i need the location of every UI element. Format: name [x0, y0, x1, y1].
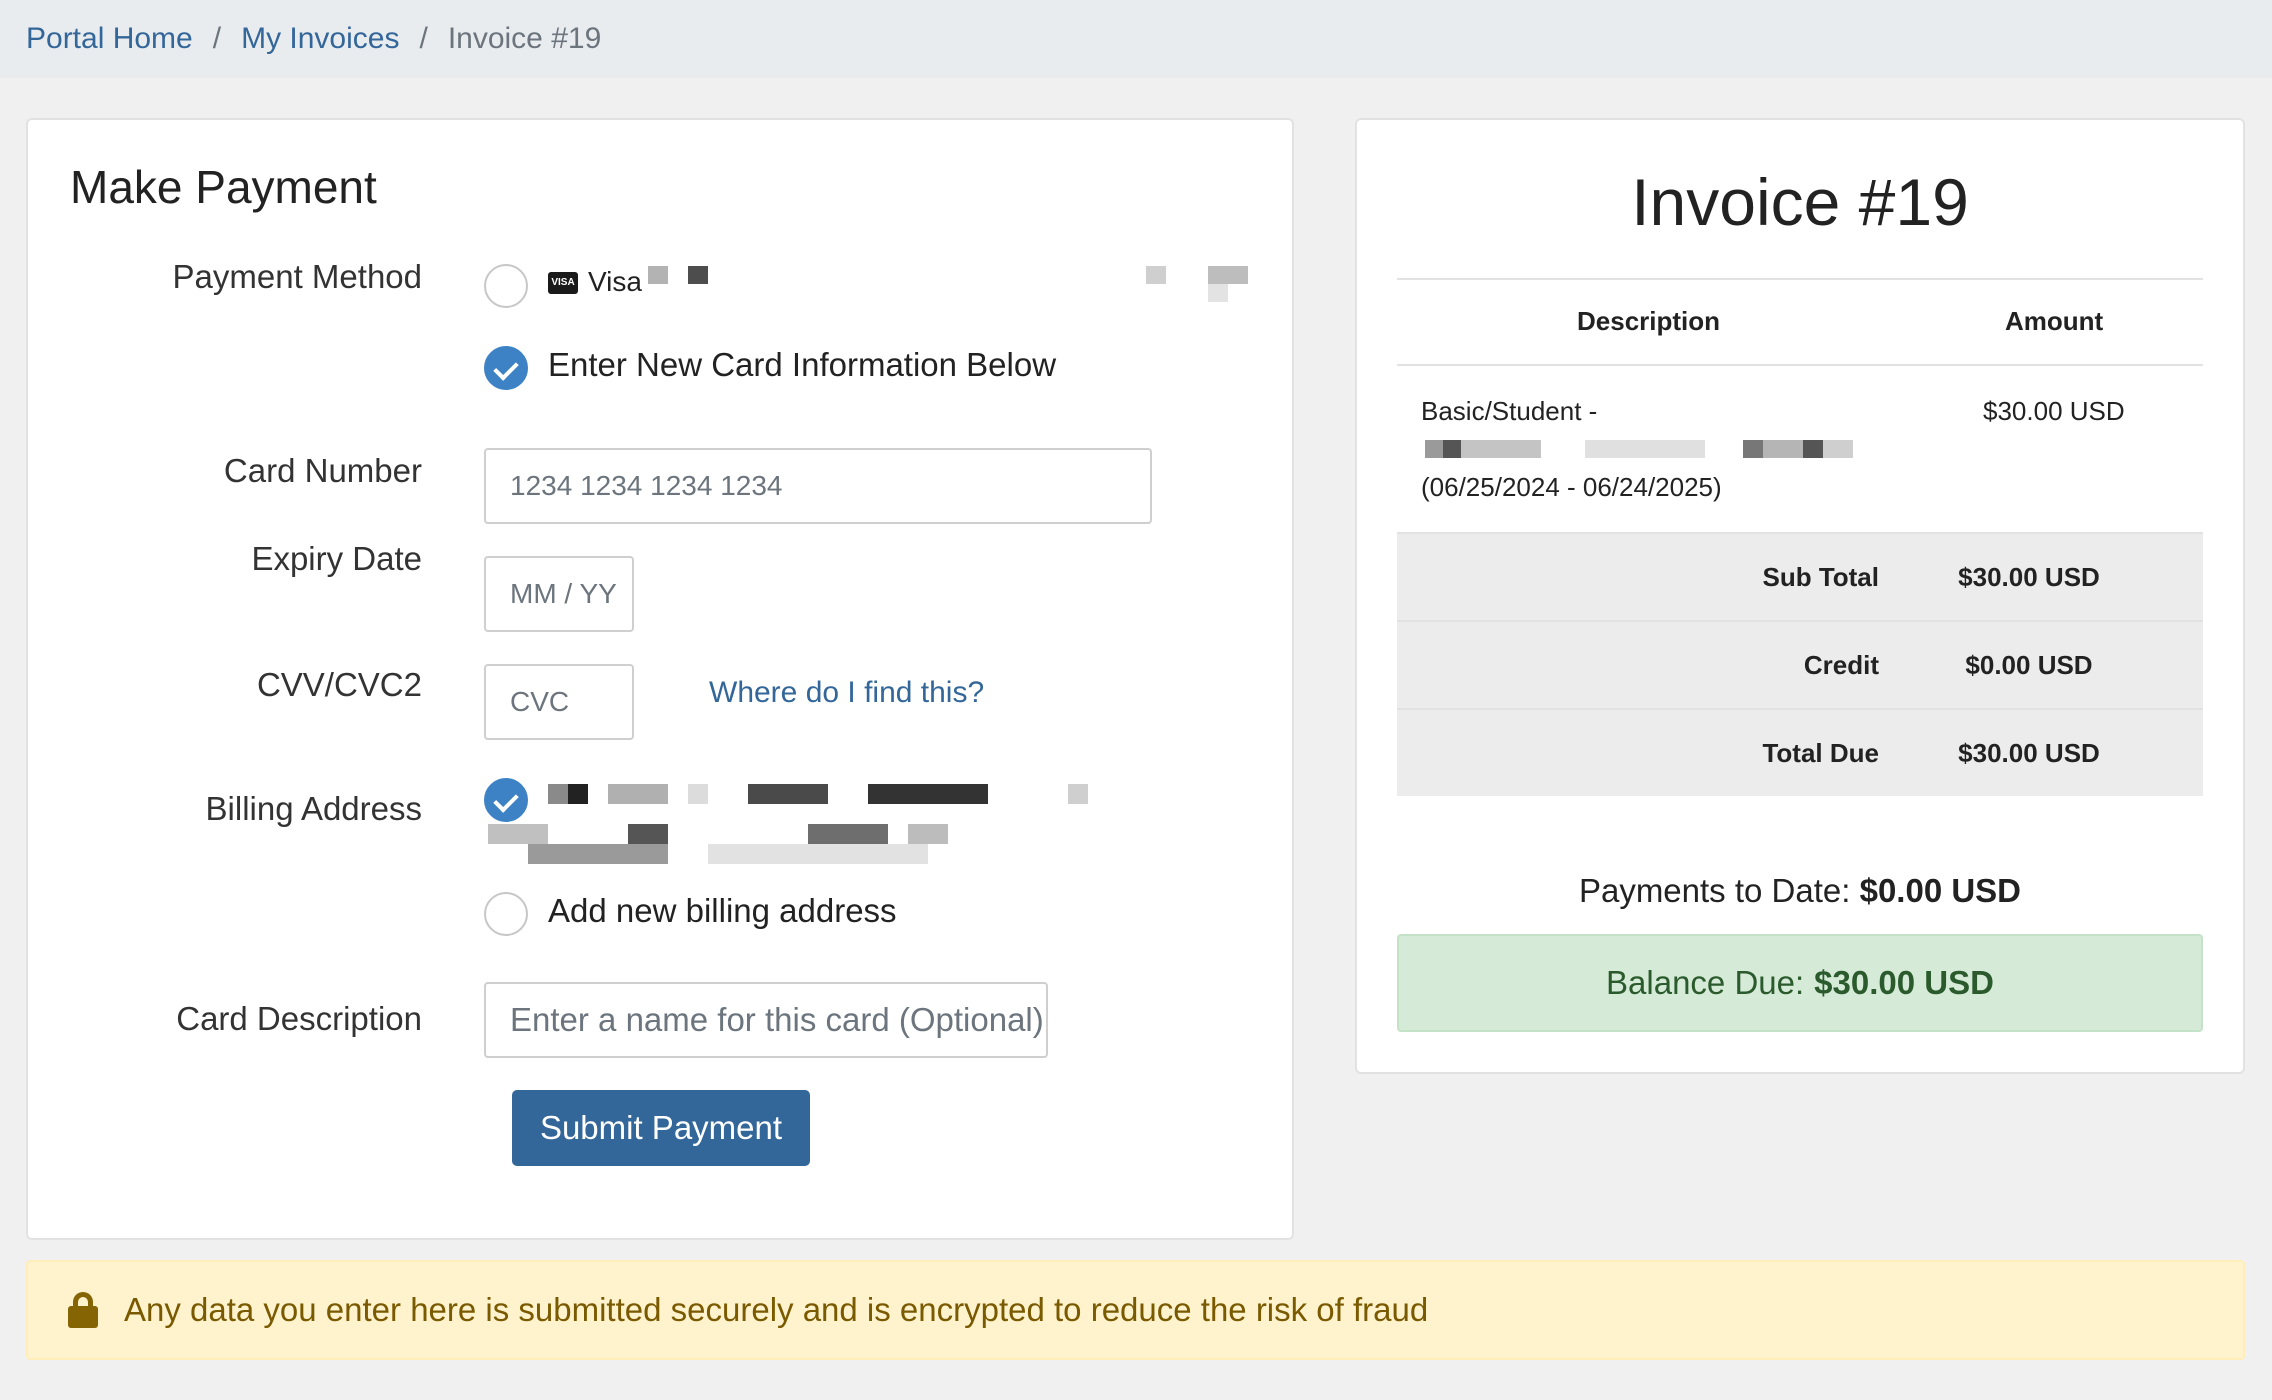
total-due-label: Total Due: [1762, 738, 1879, 768]
lock-icon: [68, 1292, 98, 1328]
breadcrumb-separator: /: [212, 22, 222, 55]
item-description-dates: (06/25/2024 - 06/24/2025): [1421, 472, 1722, 502]
redacted-address: [608, 784, 668, 804]
redacted-card-expiry: [1208, 284, 1228, 302]
redacted-address: [568, 784, 588, 804]
redacted-address: [808, 824, 888, 844]
breadcrumb-current: Invoice #19: [447, 22, 602, 55]
invoice-title: Invoice #19: [1631, 165, 1969, 239]
invoice-totals: Sub Total $30.00 USD Credit $0.00 USD To…: [1397, 532, 2203, 796]
make-payment-card: Make Payment Payment Method VISA Visa En…: [26, 118, 1294, 1240]
card-description-input[interactable]: Enter a name for this card (Optional): [484, 982, 1048, 1058]
column-header-description: Description: [1577, 306, 1721, 336]
cvc-input[interactable]: CVC: [484, 664, 634, 740]
cvc-help-link[interactable]: Where do I find this?: [709, 676, 984, 710]
balance-due-banner: Balance Due: $30.00 USD: [1397, 934, 2203, 1032]
card-description-label: Card Description: [176, 1000, 422, 1037]
redacted-address: [908, 824, 948, 844]
card-number-label: Card Number: [223, 452, 422, 489]
redacted-card-digits: [648, 266, 668, 284]
add-billing-label: Add new billing address: [548, 892, 897, 929]
billing-address-label: Billing Address: [205, 790, 422, 827]
breadcrumb-portal-home[interactable]: Portal Home: [26, 22, 193, 56]
submit-payment-button[interactable]: Submit Payment: [512, 1090, 810, 1166]
redacted-address: [868, 784, 988, 804]
make-payment-title: Make Payment: [70, 161, 377, 213]
subtotal-value: $30.00 USD: [1958, 562, 2100, 592]
redacted-address: [528, 844, 668, 864]
redacted-description: [1461, 440, 1541, 458]
security-alert: Any data you enter here is submitted sec…: [26, 1260, 2245, 1360]
breadcrumb-my-invoices[interactable]: My Invoices: [241, 22, 399, 56]
saved-card-brand: Visa: [588, 266, 642, 297]
breadcrumb-separator: /: [419, 22, 428, 55]
card-number-input[interactable]: 1234 1234 1234 1234: [484, 448, 1152, 524]
new-card-radio[interactable]: [484, 346, 528, 390]
credit-label: Credit: [1803, 650, 1879, 680]
visa-card-icon: VISA: [548, 272, 578, 294]
redacted-address: [688, 784, 708, 804]
expiry-date-input[interactable]: MM / YY: [484, 556, 634, 632]
add-billing-radio[interactable]: [484, 892, 528, 936]
total-due-value: $30.00 USD: [1958, 738, 2100, 768]
redacted-address: [748, 784, 828, 804]
column-header-amount: Amount: [2005, 306, 2104, 336]
existing-billing-radio[interactable]: [484, 778, 528, 822]
redacted-card-expiry: [1208, 266, 1248, 284]
redacted-description: [1443, 440, 1461, 458]
redacted-address: [488, 824, 548, 844]
redacted-address: [628, 824, 668, 844]
subtotal-row: Sub Total $30.00 USD: [1397, 532, 2203, 620]
redacted-address: [708, 844, 928, 864]
redacted-card-digits: [688, 266, 708, 284]
redacted-description: [1425, 440, 1443, 458]
payments-to-date-value: $0.00 USD: [1859, 872, 2022, 909]
payment-method-label: Payment Method: [172, 258, 422, 295]
redacted-description: [1763, 440, 1803, 458]
payments-to-date-label: Payments to Date:: [1578, 872, 1851, 909]
invoice-summary-card: Invoice #19 Description Amount Basic/Stu…: [1355, 118, 2245, 1074]
credit-value: $0.00 USD: [1965, 650, 2093, 680]
redacted-address: [548, 784, 568, 804]
new-card-option-label: Enter New Card Information Below: [548, 346, 1057, 383]
redacted-card-expiry: [1146, 266, 1166, 284]
payments-to-date: Payments to Date: $0.00 USD: [1357, 872, 2243, 910]
saved-card-radio[interactable]: [484, 264, 528, 308]
redacted-description: [1585, 440, 1705, 458]
redacted-description: [1743, 440, 1763, 458]
redacted-address: [1068, 784, 1088, 804]
cvv-label: CVV/CVC2: [256, 666, 422, 703]
item-description-line1: Basic/Student -: [1421, 396, 1598, 426]
total-due-row: Total Due $30.00 USD: [1397, 708, 2203, 796]
balance-due-label: Balance Due:: [1606, 964, 1805, 1001]
breadcrumb: Portal Home / My Invoices / Invoice #19: [0, 0, 2272, 78]
credit-row: Credit $0.00 USD: [1397, 620, 2203, 708]
security-alert-text: Any data you enter here is submitted sec…: [124, 1291, 1429, 1328]
balance-due-value: $30.00 USD: [1814, 964, 1994, 1001]
expiry-date-label: Expiry Date: [251, 540, 422, 577]
redacted-description: [1823, 440, 1853, 458]
invoice-items-table: Description Amount Basic/Student - (06/2…: [1397, 278, 2203, 502]
redacted-description: [1803, 440, 1823, 458]
subtotal-label: Sub Total: [1762, 562, 1879, 592]
item-amount: $30.00 USD: [1983, 396, 2125, 426]
